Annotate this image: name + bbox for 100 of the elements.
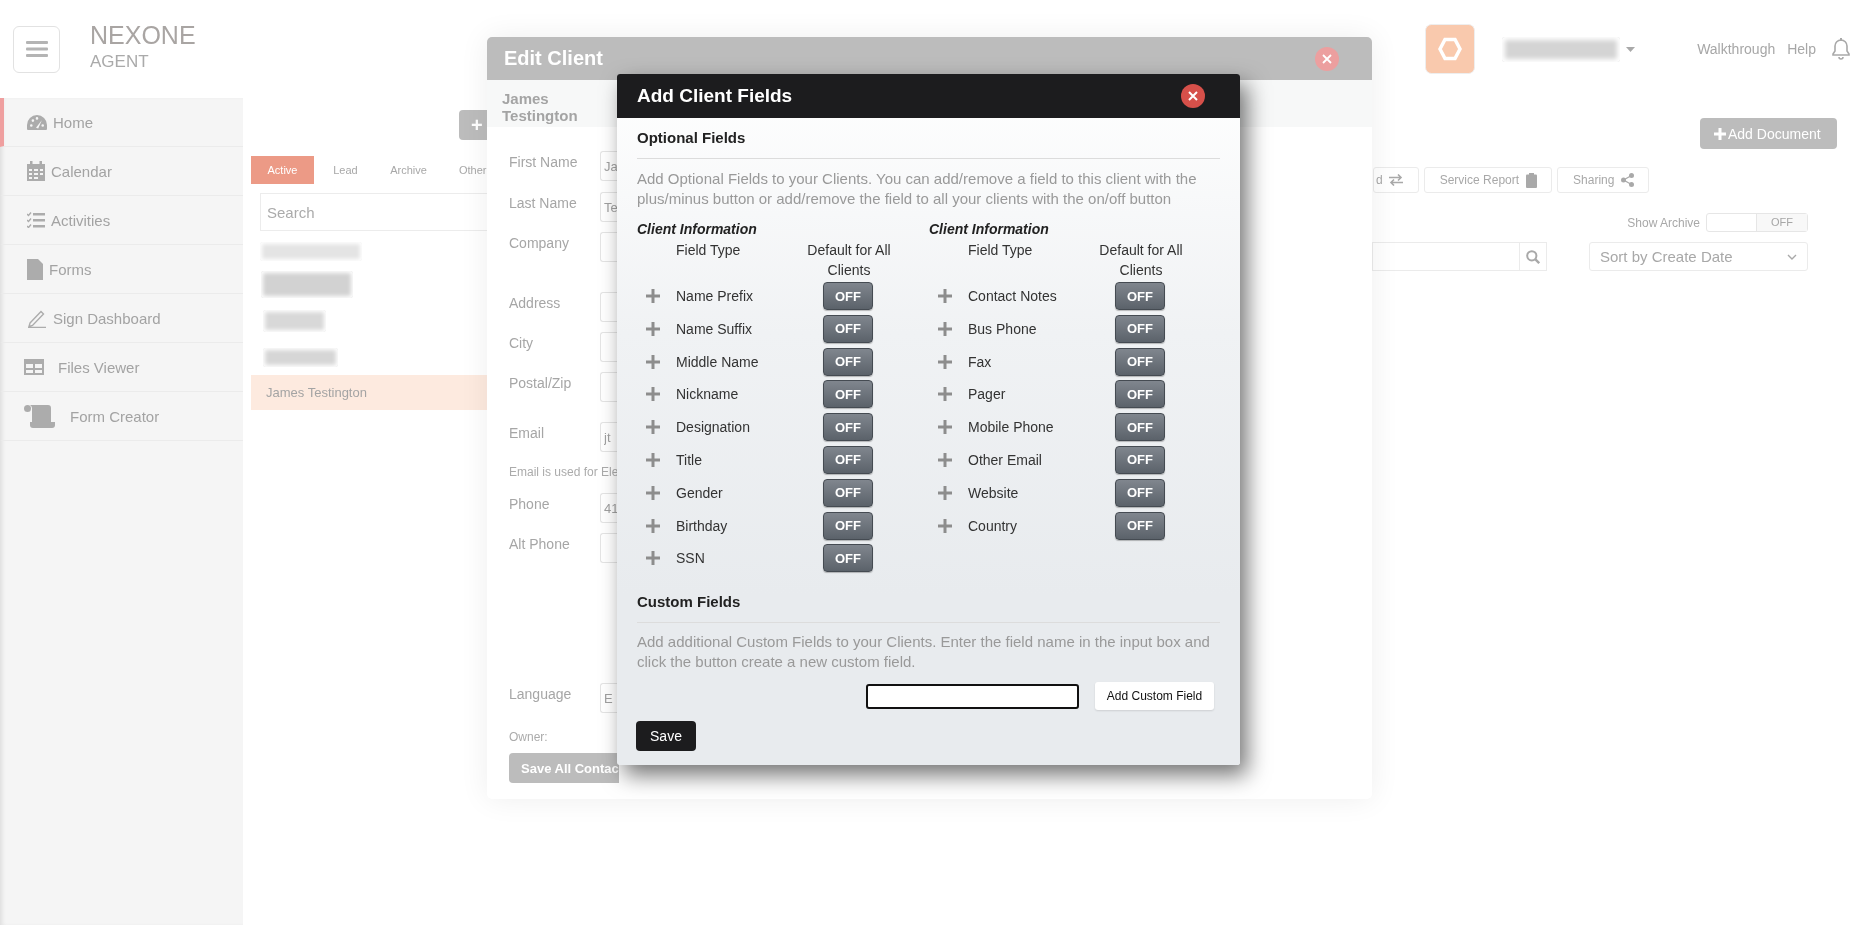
toggle-button[interactable]: OFF	[1115, 413, 1165, 442]
field-label: Email	[509, 424, 545, 443]
bell-icon[interactable]	[1832, 38, 1850, 60]
field-label: City	[509, 334, 535, 353]
add-custom-field-button[interactable]: Add Custom Field	[1095, 682, 1214, 711]
toggle-button[interactable]: OFF	[823, 478, 873, 507]
logo-wordmark: NEXONE	[90, 23, 196, 48]
tab[interactable]: Active	[251, 156, 314, 184]
search-field[interactable]: Search	[260, 193, 487, 231]
tab[interactable]: Lead	[314, 156, 377, 184]
menu-button[interactable]	[13, 25, 60, 73]
plus-icon[interactable]	[646, 420, 660, 435]
plus-icon[interactable]	[646, 551, 660, 566]
text-field[interactable]: jt	[600, 422, 620, 452]
menu-icon	[25, 40, 48, 58]
text-field[interactable]: E	[600, 683, 620, 713]
toggle-button[interactable]: OFF	[823, 413, 873, 442]
close-button[interactable]	[1181, 84, 1205, 108]
sidebar-item[interactable]: Calendar	[0, 147, 243, 196]
toggle-button[interactable]: OFF	[1115, 511, 1165, 540]
plus-icon[interactable]	[938, 420, 952, 435]
plus-icon[interactable]	[646, 289, 660, 303]
toggle-button[interactable]: OFF	[1115, 446, 1165, 474]
sort-dropdown[interactable]: Sort by Create Date	[1589, 242, 1808, 271]
toggle-button[interactable]: OFF	[823, 282, 873, 310]
search-button[interactable]	[1519, 242, 1547, 271]
field-note: Email is used for Ele	[509, 465, 619, 479]
text-field[interactable]	[600, 533, 620, 563]
text-field[interactable]	[600, 232, 620, 262]
plus-icon[interactable]	[646, 321, 660, 336]
show-archive-toggle[interactable]: OFF	[1706, 213, 1808, 232]
toolbar-button[interactable]: d	[1373, 167, 1419, 193]
add-client-button[interactable]: +	[459, 110, 487, 140]
save-all-button[interactable]: Save All Contac	[509, 753, 619, 783]
plus-icon[interactable]	[938, 453, 952, 467]
plus-icon[interactable]	[646, 387, 660, 402]
toggle-button[interactable]: OFF	[823, 314, 873, 343]
logo-subtitle: AGENT	[90, 53, 150, 70]
sidebar-item[interactable]: Sign Dashboard	[0, 294, 243, 343]
column-header: Field Type	[968, 241, 1034, 260]
toggle-button[interactable]: OFF	[1115, 347, 1165, 376]
text-field[interactable]	[600, 332, 620, 362]
save-button[interactable]: Save	[636, 721, 696, 752]
field-label: Postal/Zip	[509, 374, 573, 393]
section-description: Add Optional Fields to your Clients. You can add/remove a field to this client with the plus/minus button or add/remove the field to all your clients with the on/off button	[637, 169, 1198, 209]
field-name: Contact Notes	[968, 288, 1058, 304]
chevron-down-icon	[1787, 253, 1797, 260]
header-link[interactable]: Help	[1787, 41, 1816, 57]
toggle-button[interactable]: OFF	[1115, 380, 1165, 409]
sidebar-item[interactable]: Form Creator	[0, 392, 243, 441]
toggle-button[interactable]: OFF	[823, 446, 873, 474]
toggle-button[interactable]: OFF	[823, 347, 873, 376]
field-name: Title	[676, 452, 703, 468]
field-name: Name Prefix	[676, 288, 755, 304]
toolbar-button[interactable]: Service Report	[1423, 167, 1553, 193]
section-heading: Custom Fields	[637, 593, 742, 612]
toggle-button[interactable]: OFF	[823, 380, 873, 409]
plus-icon[interactable]	[646, 485, 660, 500]
plus-icon[interactable]	[938, 321, 952, 336]
plus-icon[interactable]	[938, 289, 952, 303]
hexagon-logo-icon	[1425, 24, 1476, 74]
header-link[interactable]: Walkthrough	[1697, 41, 1776, 57]
client-name: James Testington	[502, 90, 579, 124]
field-label: First Name	[509, 153, 579, 172]
text-field[interactable]	[600, 372, 620, 402]
text-field[interactable]: Te	[600, 192, 620, 222]
search-icon	[1526, 249, 1540, 264]
caret-icon[interactable]	[1626, 46, 1636, 52]
field-label: Alt Phone	[509, 535, 571, 554]
toggle-button[interactable]: OFF	[823, 544, 873, 573]
field-name: Designation	[676, 419, 751, 436]
plus-icon[interactable]	[646, 354, 660, 369]
toggle-button[interactable]: OFF	[1115, 314, 1165, 343]
sidebar-item[interactable]: Files Viewer	[0, 343, 243, 392]
plus-icon[interactable]	[646, 518, 660, 533]
grid-icon	[24, 359, 44, 375]
text-field[interactable]: Ja	[600, 151, 620, 181]
gauge-icon	[27, 114, 47, 130]
sidebar-item[interactable]: Activities	[0, 196, 243, 245]
sidebar-item[interactable]: Forms	[0, 245, 243, 294]
search-field[interactable]	[1372, 242, 1519, 271]
tab[interactable]: Other	[440, 156, 487, 184]
sidebar-item[interactable]: Home	[0, 98, 243, 147]
client-row[interactable]: James Testington	[251, 375, 487, 410]
plus-icon[interactable]	[646, 453, 660, 467]
toggle-button[interactable]: OFF	[1115, 282, 1165, 310]
text-field[interactable]: 41	[600, 493, 620, 523]
toggle-button[interactable]: OFF	[1115, 478, 1165, 507]
tab[interactable]: Archive	[377, 156, 440, 184]
document-icon	[27, 258, 43, 280]
add-document-button[interactable]: Add Document	[1700, 118, 1837, 149]
plus-icon[interactable]	[938, 354, 952, 369]
toggle-button[interactable]: OFF	[823, 511, 873, 540]
input-field[interactable]	[866, 683, 1079, 709]
toolbar-button[interactable]: Sharing	[1557, 167, 1650, 193]
text-field[interactable]	[600, 292, 620, 322]
plus-icon[interactable]	[938, 485, 952, 500]
field-name: Gender	[676, 484, 724, 501]
plus-icon[interactable]	[938, 518, 952, 533]
plus-icon[interactable]	[938, 387, 952, 402]
